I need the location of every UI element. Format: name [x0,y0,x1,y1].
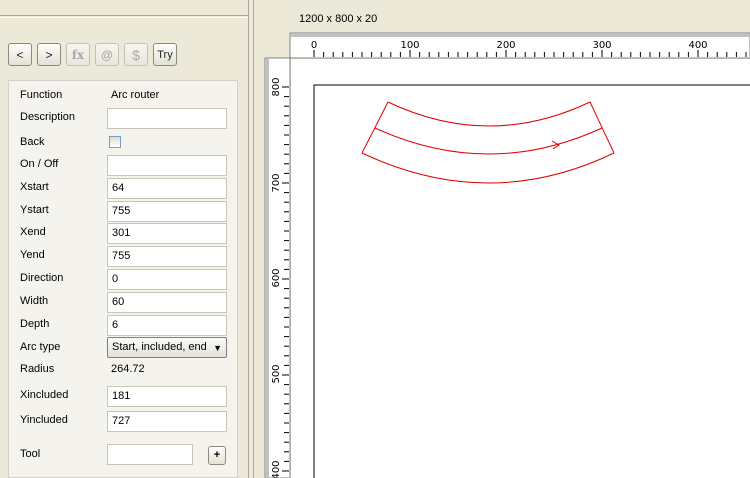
at-button[interactable]: @ [95,43,119,66]
chevron-left-icon: < [16,47,24,62]
ystart-label: Ystart [20,204,49,216]
chevron-right-icon: > [45,47,53,62]
direction-label: Direction [20,272,64,284]
xincluded-label: Xincluded [20,389,69,401]
back-label: Back [20,136,45,148]
function-button[interactable]: fx [66,43,90,66]
function-value: Arc router [111,89,160,101]
back-button[interactable]: < [8,43,32,66]
tool-field[interactable] [107,444,193,465]
radius-value: 264.72 [111,363,145,375]
onoff-label: On / Off [20,158,59,170]
xincluded-field[interactable]: 181 [107,386,227,407]
yend-label: Yend [20,249,45,261]
radius-label: Radius [20,363,55,375]
top-ruler-label-400: 400 [688,40,707,51]
top-ruler-label-200: 200 [496,40,515,51]
function-label: Function [20,89,63,101]
arctype-label: Arc type [20,341,61,353]
onoff-field[interactable] [107,155,227,176]
dollar-icon: $ [132,46,140,63]
top-ruler-label-300: 300 [592,40,611,51]
properties-panel: < > fx @ $ Try Function Arc router Descr… [0,0,248,478]
dropdown-arrow-icon: ▼ [213,343,222,353]
depth-field[interactable]: 6 [107,315,227,336]
xstart-label: Xstart [20,181,49,193]
panel-header-bar [0,0,248,18]
left-ruler-label-700: 700 [271,173,282,192]
arctype-selected-value: Start, included, end [112,341,207,353]
yincluded-label: Yincluded [20,414,68,426]
back-checkbox[interactable] [109,136,121,148]
drawing-area[interactable] [291,59,750,478]
left-ruler-label-600: 600 [271,268,282,287]
left-ruler-label-400: 400 [271,460,282,478]
description-field[interactable] [107,108,227,129]
direction-field[interactable]: 0 [107,269,227,290]
top-ruler-label-100: 100 [400,40,419,51]
ystart-field[interactable]: 755 [107,201,227,222]
properties-list: Function Arc router Description Back On … [8,80,238,478]
plus-icon: + [213,449,221,461]
xend-field[interactable]: 301 [107,223,227,244]
function-icon: fx [71,47,85,62]
arctype-select[interactable]: Start, included, end ▼ [107,337,227,358]
tool-label: Tool [20,448,41,460]
at-icon: @ [101,47,113,62]
width-label: Width [20,295,49,307]
dollar-button[interactable]: $ [124,43,148,66]
forward-button[interactable]: > [37,43,61,66]
yend-field[interactable]: 755 [107,246,227,267]
try-label: Try [157,48,173,61]
top-ruler-label-0: 0 [311,40,317,51]
left-ruler-label-500: 500 [271,364,282,383]
width-field[interactable]: 60 [107,292,227,313]
canvas-svg: 0 100 200 300 400 800 700 600 500 400 [264,32,750,478]
description-label: Description [20,111,76,123]
xstart-field[interactable]: 64 [107,178,227,199]
depth-label: Depth [20,318,50,330]
canvas-panel: 1200 x 800 x 20 0 100 200 300 400 800 70… [254,0,750,478]
xend-label: Xend [20,226,46,238]
left-ruler-label-800: 800 [271,77,282,96]
add-tool-button[interactable]: + [208,446,226,465]
yincluded-field[interactable]: 727 [107,411,227,432]
top-ruler: 0 100 200 300 400 [289,32,750,59]
try-button[interactable]: Try [153,43,177,66]
left-ruler: 800 700 600 500 400 [264,57,291,478]
